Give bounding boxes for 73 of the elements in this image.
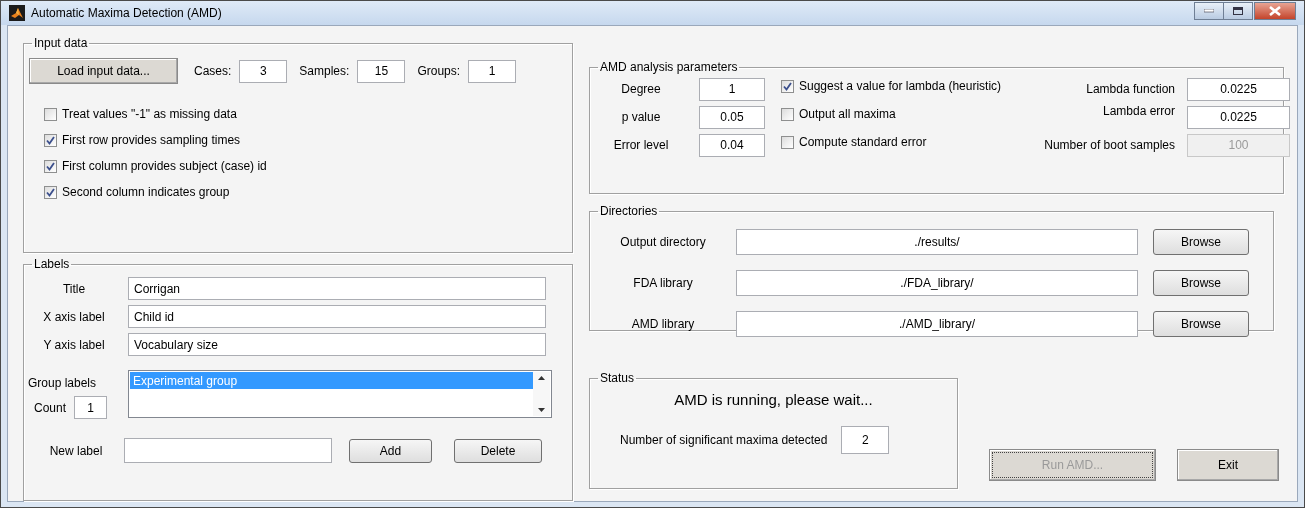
- checkbox[interactable]: [44, 185, 57, 199]
- field-label: FDA library: [632, 276, 694, 290]
- browse-button[interactable]: Browse: [1153, 311, 1249, 337]
- close-button[interactable]: [1254, 2, 1296, 20]
- checkbox-label: Suggest a value for lambda (heuristic): [799, 79, 1002, 93]
- panel-title: Input data: [34, 36, 88, 50]
- load-button[interactable]: Load input data...: [29, 58, 178, 84]
- text-field[interactable]: 1: [74, 396, 108, 419]
- checkbox-label: Treat values "-1" as missing data: [62, 107, 237, 121]
- text-field[interactable]: ./FDA_library/: [736, 270, 1138, 296]
- text-field[interactable]: Child id: [128, 305, 546, 328]
- field-label: Error level: [612, 138, 670, 152]
- field-label: AMD library: [630, 317, 696, 331]
- action-button[interactable]: Delete: [454, 438, 542, 463]
- browse-button[interactable]: Browse: [1153, 229, 1249, 255]
- checkbox-label: Output all maxima: [799, 107, 896, 121]
- checkbox-label: Second column indicates group: [62, 185, 230, 199]
- scroll-up-icon: [538, 376, 545, 380]
- maximize-button[interactable]: [1223, 2, 1253, 20]
- panel-title: AMD analysis parameters: [600, 60, 738, 74]
- panel-title: Status: [600, 371, 635, 385]
- field-label: New label: [48, 443, 104, 458]
- minimize-icon: [1204, 9, 1214, 13]
- text-field[interactable]: 0.0225: [1187, 105, 1290, 129]
- checkbox[interactable]: [44, 133, 57, 147]
- field-label: Y axis label: [42, 337, 106, 352]
- field-label: Count: [34, 400, 67, 415]
- status-message: AMD is running, please wait...: [673, 390, 874, 408]
- text-field[interactable]: 3: [239, 59, 288, 83]
- field-label: Lambda error: [1101, 104, 1176, 118]
- field-label: Degree: [620, 82, 662, 96]
- app-icon: [9, 5, 25, 21]
- text-field[interactable]: 1: [468, 59, 517, 83]
- text-field[interactable]: 0.04: [699, 133, 765, 157]
- maximize-icon: [1233, 7, 1243, 15]
- panel-title: Labels: [34, 257, 70, 271]
- checkbox[interactable]: [781, 107, 794, 121]
- checkbox[interactable]: [781, 79, 794, 93]
- field-label: Title: [61, 281, 87, 296]
- text-field[interactable]: ./results/: [736, 229, 1138, 255]
- field-label: Group labels: [28, 375, 98, 390]
- text-field[interactable]: Vocabulary size: [128, 333, 546, 356]
- field-label: Samples:: [299, 64, 350, 78]
- field-label: p value: [620, 110, 662, 124]
- close-icon: [1269, 6, 1281, 16]
- field-label: Number of boot samples: [1043, 138, 1176, 152]
- field-label: X axis label: [42, 309, 106, 324]
- text-field[interactable]: 0.05: [699, 105, 765, 129]
- action-button[interactable]: Add: [349, 438, 432, 463]
- field-label: Lambda function: [1085, 82, 1176, 96]
- text-field[interactable]: ./AMD_library/: [736, 311, 1138, 337]
- text-field[interactable]: 1: [699, 77, 765, 101]
- text-field[interactable]: [124, 438, 332, 463]
- scroll-down-icon: [538, 408, 545, 412]
- checkbox-label: First column provides subject (case) id: [62, 159, 267, 173]
- checkbox-label: First row provides sampling times: [62, 133, 241, 147]
- text-field[interactable]: 0.0225: [1187, 77, 1290, 101]
- checkbox[interactable]: [781, 135, 794, 149]
- text-field[interactable]: 15: [357, 59, 406, 83]
- action-button[interactable]: Exit: [1177, 449, 1279, 481]
- text-field[interactable]: Corrigan: [128, 277, 546, 300]
- field-label: Number of significant maxima detected: [620, 433, 828, 447]
- checkbox-label: Compute standard error: [799, 135, 927, 149]
- text-field[interactable]: 2: [841, 426, 890, 454]
- panel-title: Directories: [600, 204, 658, 218]
- window-title: Automatic Maxima Detection (AMD): [31, 6, 222, 20]
- field-label: Output directory: [619, 235, 707, 249]
- checkbox[interactable]: [44, 159, 57, 173]
- field-label: Groups:: [417, 64, 461, 78]
- checkbox[interactable]: [44, 107, 57, 121]
- scroll-bar[interactable]: [533, 372, 550, 416]
- browse-button[interactable]: Browse: [1153, 270, 1249, 296]
- field-label: Cases:: [194, 64, 232, 78]
